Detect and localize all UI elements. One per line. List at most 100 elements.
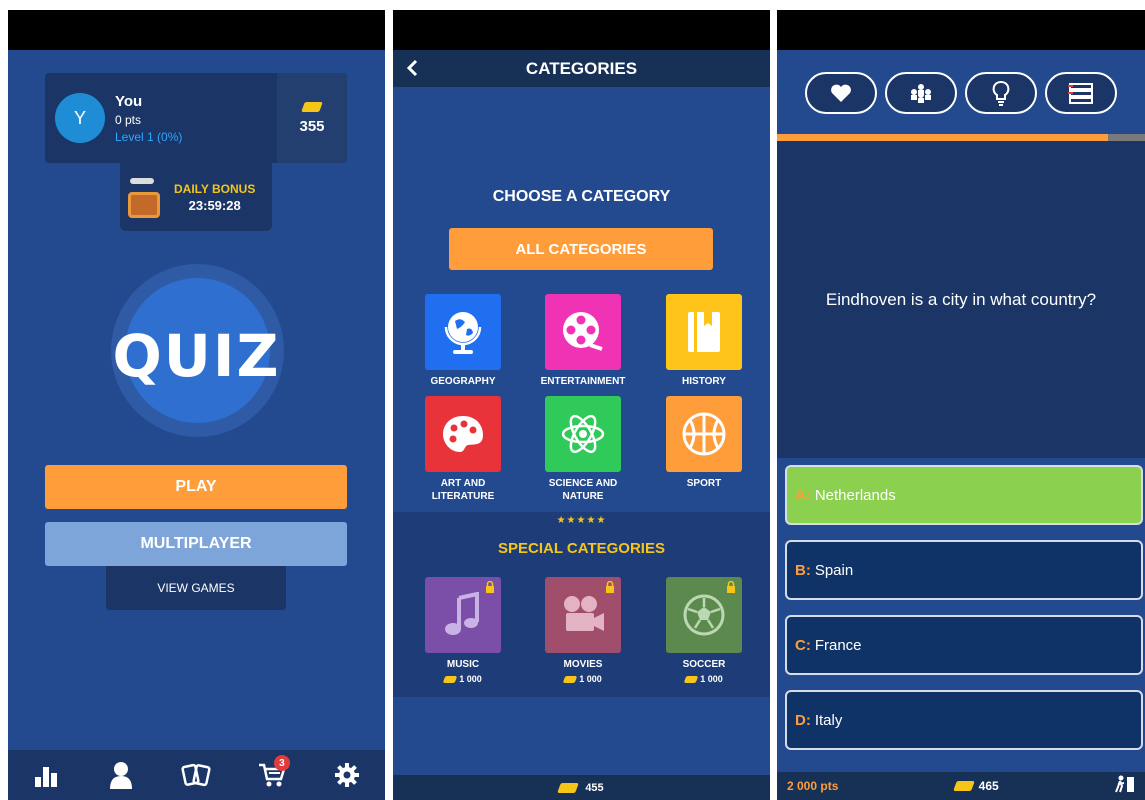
key-icon bbox=[130, 178, 154, 184]
profile-info: Y You 0 pts Level 1 (0%) bbox=[45, 73, 277, 163]
answer-c-button[interactable]: C: France bbox=[785, 615, 1143, 675]
back-arrow-icon[interactable] bbox=[403, 58, 423, 78]
treasure-chest-icon bbox=[128, 176, 160, 218]
choose-category-heading: CHOOSE A CATEGORY bbox=[492, 188, 671, 205]
coins-display: 465 bbox=[952, 779, 999, 793]
all-categories-button[interactable]: ALL CATEGORIES bbox=[449, 228, 713, 270]
answer-letter: D: bbox=[795, 711, 811, 729]
special-category-soccer[interactable]: SOCCER 1 000 bbox=[659, 577, 749, 684]
question-progress-fill bbox=[777, 134, 1109, 141]
coin-count: 355 bbox=[299, 117, 325, 135]
profile-icon[interactable] bbox=[99, 755, 143, 795]
answer-text: Netherlands bbox=[814, 486, 896, 504]
question-footer: 2 000 pts 465 bbox=[777, 772, 1145, 800]
music-note-icon bbox=[425, 577, 501, 653]
status-bar bbox=[393, 10, 770, 50]
daily-bonus-timer: 23:59:28 bbox=[188, 197, 241, 213]
ticket-icon bbox=[301, 101, 323, 112]
quiz-logo: QUIZ bbox=[112, 322, 281, 390]
book-icon bbox=[666, 294, 742, 370]
question-screen: Eindhoven is a city in what country? A: … bbox=[777, 10, 1145, 800]
profile-card[interactable]: Y You 0 pts Level 1 (0%) 355 bbox=[45, 73, 347, 163]
lock-icon bbox=[727, 581, 735, 593]
exit-icon[interactable] bbox=[1115, 775, 1135, 798]
status-bar bbox=[8, 10, 385, 50]
lock-icon bbox=[606, 581, 614, 593]
lifelines-bar bbox=[777, 72, 1145, 114]
ticket-icon bbox=[952, 781, 975, 791]
heart-icon[interactable] bbox=[805, 72, 877, 114]
ticket-icon bbox=[557, 782, 580, 793]
category-entertainment[interactable]: ENTERTAINMENT bbox=[538, 294, 628, 388]
player-name: You bbox=[115, 92, 143, 110]
answer-letter: A: bbox=[795, 486, 811, 504]
atom-icon bbox=[545, 396, 621, 472]
category-label: ART AND LITERATURE bbox=[431, 478, 495, 502]
category-label: SPORT bbox=[686, 478, 722, 489]
ticket-icon bbox=[683, 675, 699, 683]
answer-text: Italy bbox=[814, 711, 843, 729]
daily-bonus-text: DAILY BONUS 23:59:28 bbox=[174, 182, 255, 213]
category-label: SOCCER bbox=[682, 659, 726, 670]
cart-icon[interactable]: 3 bbox=[250, 755, 294, 795]
multiplayer-button[interactable]: MULTIPLAYER bbox=[45, 522, 347, 566]
ticket-icon bbox=[442, 675, 458, 683]
answer-letter: B: bbox=[795, 561, 811, 579]
category-sport[interactable]: SPORT bbox=[659, 396, 749, 490]
ticket-icon bbox=[562, 675, 578, 683]
category-label: MUSIC bbox=[446, 659, 480, 670]
answer-text: Spain bbox=[814, 561, 854, 579]
movie-camera-icon bbox=[545, 577, 621, 653]
palette-icon bbox=[425, 396, 501, 472]
cards-icon[interactable] bbox=[174, 755, 218, 795]
player-points: 0 pts bbox=[115, 112, 142, 127]
page-title: CATEGORIES bbox=[525, 58, 638, 78]
price-tag: 1 000 bbox=[659, 674, 749, 684]
film-reel-icon bbox=[545, 294, 621, 370]
globe-icon bbox=[425, 294, 501, 370]
answer-a-button[interactable]: A: Netherlands bbox=[785, 465, 1143, 525]
settings-icon[interactable] bbox=[325, 755, 369, 795]
home-screen: Y You 0 pts Level 1 (0%) 355 DAILY BONUS… bbox=[8, 10, 385, 800]
status-bar bbox=[777, 10, 1145, 50]
answer-d-button[interactable]: D: Italy bbox=[785, 690, 1143, 750]
avatar[interactable]: Y bbox=[55, 93, 105, 143]
coin-count: 455 bbox=[585, 781, 604, 794]
category-label: GEOGRAPHY bbox=[430, 376, 496, 387]
question-list-icon[interactable] bbox=[1045, 72, 1117, 114]
coins-box[interactable]: 355 bbox=[277, 73, 347, 163]
audience-icon[interactable] bbox=[885, 72, 957, 114]
hint-bulb-icon[interactable] bbox=[965, 72, 1037, 114]
category-label: HISTORY bbox=[682, 376, 726, 387]
bottom-nav: 3 bbox=[8, 750, 385, 800]
stars-rating: ★★★★★ bbox=[556, 515, 607, 526]
category-geography[interactable]: GEOGRAPHY bbox=[418, 294, 508, 388]
daily-bonus-label: DAILY BONUS bbox=[174, 181, 256, 196]
answer-b-button[interactable]: B: Spain bbox=[785, 540, 1143, 600]
view-games-button[interactable]: VIEW GAMES bbox=[106, 566, 286, 610]
answer-letter: C: bbox=[795, 636, 811, 654]
answer-text: France bbox=[814, 636, 862, 654]
question-panel: Eindhoven is a city in what country? bbox=[777, 141, 1145, 458]
question-progress-bar bbox=[777, 134, 1145, 141]
play-button[interactable]: PLAY bbox=[45, 465, 347, 509]
category-art-and-literature[interactable]: ART AND LITERATURE bbox=[418, 396, 508, 503]
special-category-music[interactable]: MUSIC 1 000 bbox=[418, 577, 508, 684]
price-tag: 1 000 bbox=[418, 674, 508, 684]
special-category-movies[interactable]: MOVIES 1 000 bbox=[538, 577, 628, 684]
points-display: 2 000 pts bbox=[787, 779, 839, 793]
leaderboard-icon[interactable] bbox=[24, 755, 68, 795]
question-text: Eindhoven is a city in what country? bbox=[825, 289, 1097, 309]
basketball-icon bbox=[666, 396, 742, 472]
categories-screen: CATEGORIES CHOOSE A CATEGORY ALL CATEGOR… bbox=[393, 10, 770, 800]
category-science-and-nature[interactable]: SCIENCE AND NATURE bbox=[538, 396, 628, 503]
category-label: ENTERTAINMENT bbox=[540, 376, 626, 387]
profile-text: You 0 pts Level 1 (0%) bbox=[115, 93, 182, 144]
daily-bonus[interactable]: DAILY BONUS 23:59:28 bbox=[120, 163, 272, 231]
cart-badge: 3 bbox=[273, 755, 290, 771]
player-level: Level 1 (0%) bbox=[115, 129, 183, 144]
category-label: MOVIES bbox=[563, 659, 603, 670]
category-history[interactable]: HISTORY bbox=[659, 294, 749, 388]
soccer-ball-icon bbox=[666, 577, 742, 653]
price-tag: 1 000 bbox=[538, 674, 628, 684]
